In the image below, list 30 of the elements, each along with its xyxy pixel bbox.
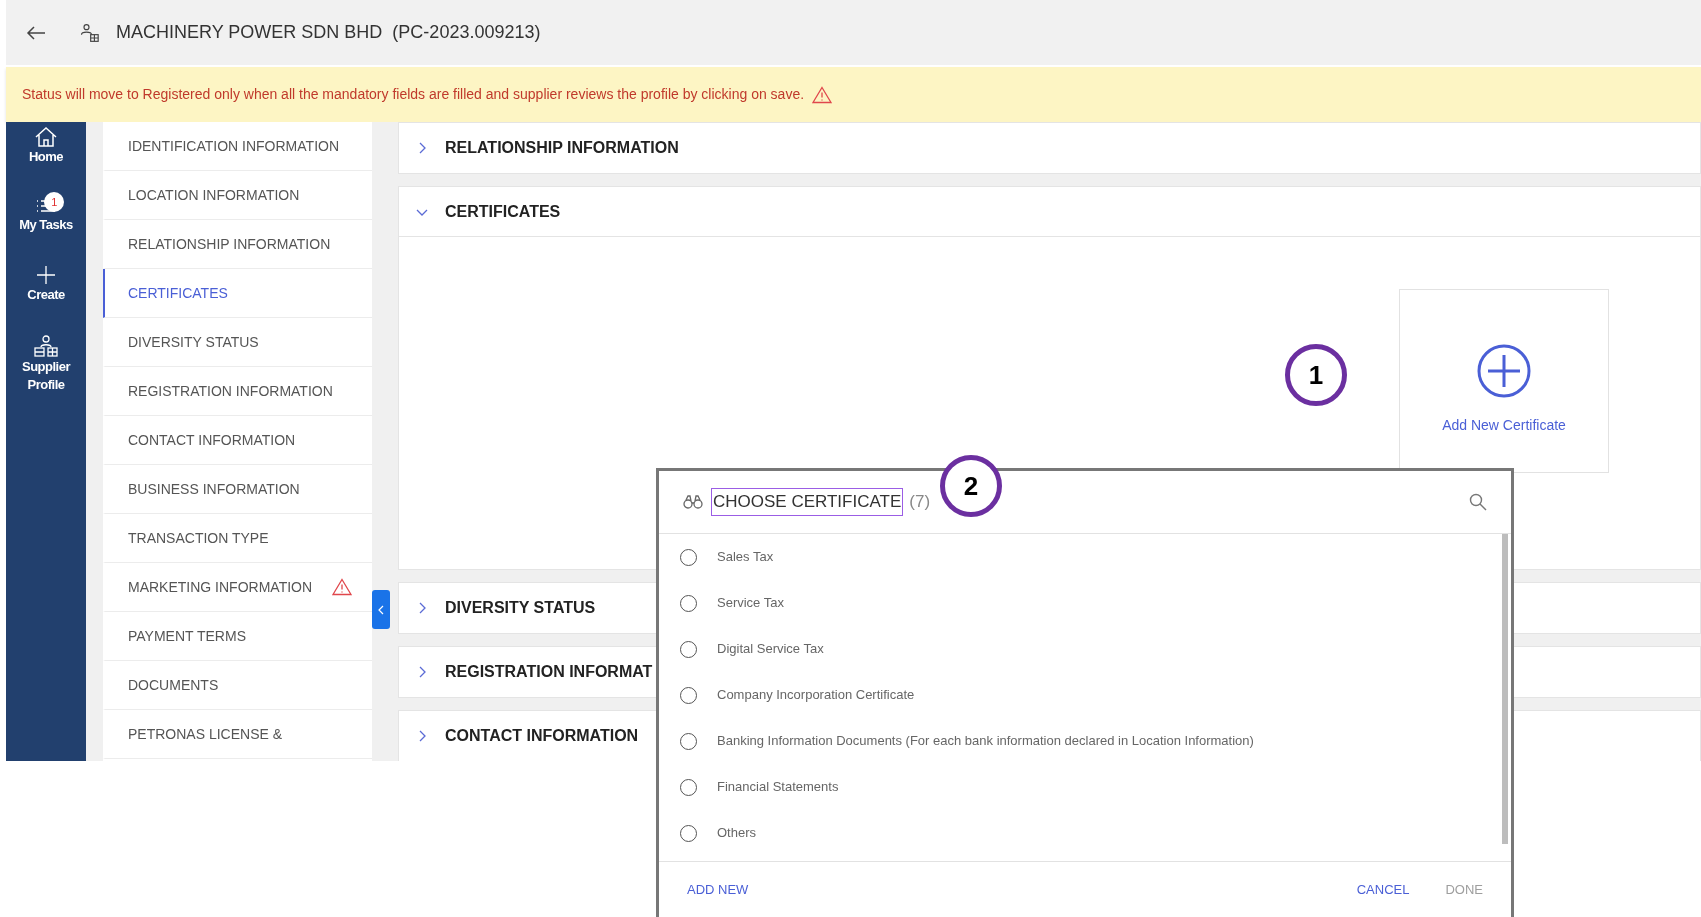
section-title: REGISTRATION INFORMAT (445, 662, 653, 682)
section-menu-label: REGISTRATION INFORMATION (128, 381, 333, 401)
section-title: DIVERSITY STATUS (445, 598, 596, 618)
option-label: Sales Tax (717, 548, 774, 567)
section-menu-label: CERTIFICATES (128, 283, 228, 303)
section-title: RELATIONSHIP INFORMATION (445, 138, 679, 158)
option-label: Company Incorporation Certificate (717, 686, 915, 705)
section-menu-label: PAYMENT TERMS (128, 626, 246, 646)
page-title: MACHINERY POWER SDN BHD (PC-2023.009213) (116, 21, 541, 44)
section-menu-label: IDENTIFICATION INFORMATION (128, 136, 340, 156)
section-title: CERTIFICATES (445, 201, 561, 222)
section-menu-label: LOCATION INFORMATION (128, 185, 300, 205)
option-label: Service Tax (717, 594, 784, 613)
option-label: Others (717, 824, 756, 843)
section-menu-label: DOCUMENTS (128, 675, 219, 695)
section-menu-label: CONTACT INFORMATION (128, 430, 296, 450)
section-menu-label: RELATIONSHIP INFORMATION (128, 234, 331, 254)
section-menu-label: PETRONAS LICENSE & (128, 724, 283, 744)
option-label: Financial Statements (717, 778, 839, 797)
option-label: Banking Information Documents (For each bank information declared in Location Information) (717, 732, 1254, 751)
section-menu-label: MARKETING INFORMATION (128, 577, 313, 597)
section-title: CONTACT INFORMATION (445, 726, 639, 746)
section-menu-label: DIVERSITY STATUS (128, 332, 259, 352)
option-label: Digital Service Tax (717, 640, 824, 659)
notification-badge: 1 (44, 192, 64, 212)
option-count: (7) (909, 491, 931, 514)
section-menu-label: BUSINESS INFORMATION (128, 479, 300, 499)
dialog-title: CHOOSE CERTIFICATE (711, 488, 904, 516)
banner-text: Status will move to Registered only when all the mandatory fields are filled and supplier reviews the profile by clicking on save. (22, 85, 805, 104)
section-menu-label: TRANSACTION TYPE (128, 528, 269, 548)
